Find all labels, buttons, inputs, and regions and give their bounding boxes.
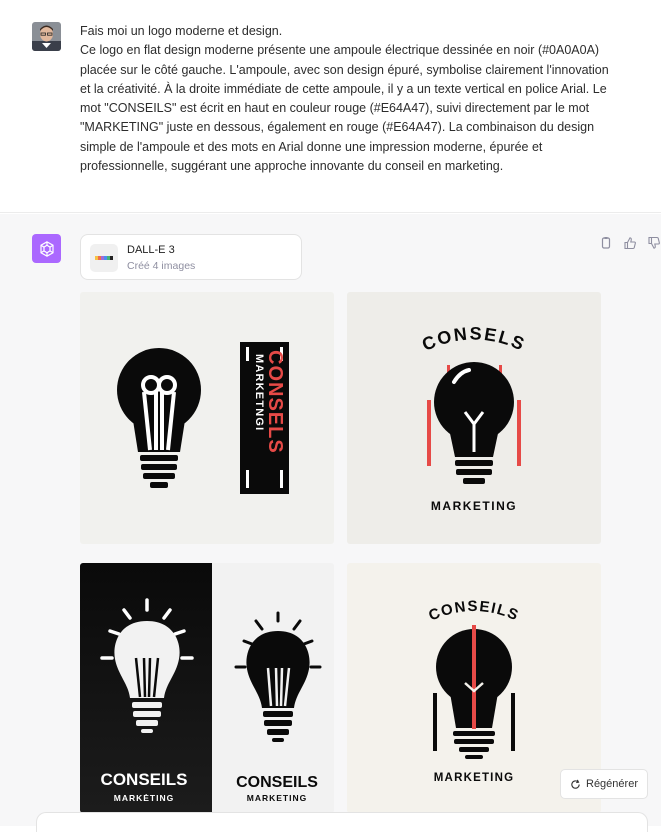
refresh-icon (571, 779, 580, 789)
image1-conseils-text: CONSELS (264, 350, 286, 454)
copy-icon[interactable] (599, 236, 613, 250)
image2-marketing-text: MARKETING (431, 499, 517, 513)
dalle-card[interactable]: DALL-E 3 Créé 4 images (80, 234, 302, 280)
dalle-palette-icon (90, 244, 118, 272)
thumbs-down-icon[interactable] (647, 236, 661, 250)
chatgpt-logo-icon (32, 234, 61, 263)
generated-image-3[interactable]: CONSEILS MARKĖTING CONSEILS MARKETING (80, 563, 334, 813)
assistant-message-block: DALL-E 3 Créé 4 images MARKETNGI CONSELS… (0, 214, 661, 832)
dalle-title: DALL-E 3 (127, 244, 175, 256)
image3-conseils-right-text: CONSEILS (236, 774, 318, 791)
generated-image-1[interactable]: MARKETNGI CONSELS (80, 292, 334, 544)
image1-marketing-text: MARKETNGI (253, 354, 265, 431)
thumbs-up-icon[interactable] (623, 236, 637, 250)
user-message-text: Fais moi un logo moderne et design. Ce l… (80, 22, 620, 176)
regenerate-button[interactable]: Régénérer (560, 769, 648, 799)
user-message-body: Ce logo en flat design moderne présente … (80, 43, 609, 174)
image3-conseils-left-text: CONSEILS (101, 770, 188, 789)
image4-marketing-text: MARKETING (434, 772, 514, 784)
generated-image-2[interactable]: CONSELS MARKETING (347, 292, 601, 544)
user-avatar (32, 22, 61, 51)
user-message-block: Fais moi un logo moderne et design. Ce l… (0, 0, 661, 213)
dalle-subtitle: Créé 4 images (127, 260, 196, 272)
message-composer[interactable] (36, 812, 648, 832)
regenerate-label: Régénérer (586, 778, 638, 790)
image3-marketing-right-text: MARKETING (247, 793, 307, 803)
message-actions (599, 236, 661, 250)
image3-marketing-left-text: MARKĖTING (114, 793, 174, 803)
user-message-line1: Fais moi un logo moderne et design. (80, 24, 283, 38)
